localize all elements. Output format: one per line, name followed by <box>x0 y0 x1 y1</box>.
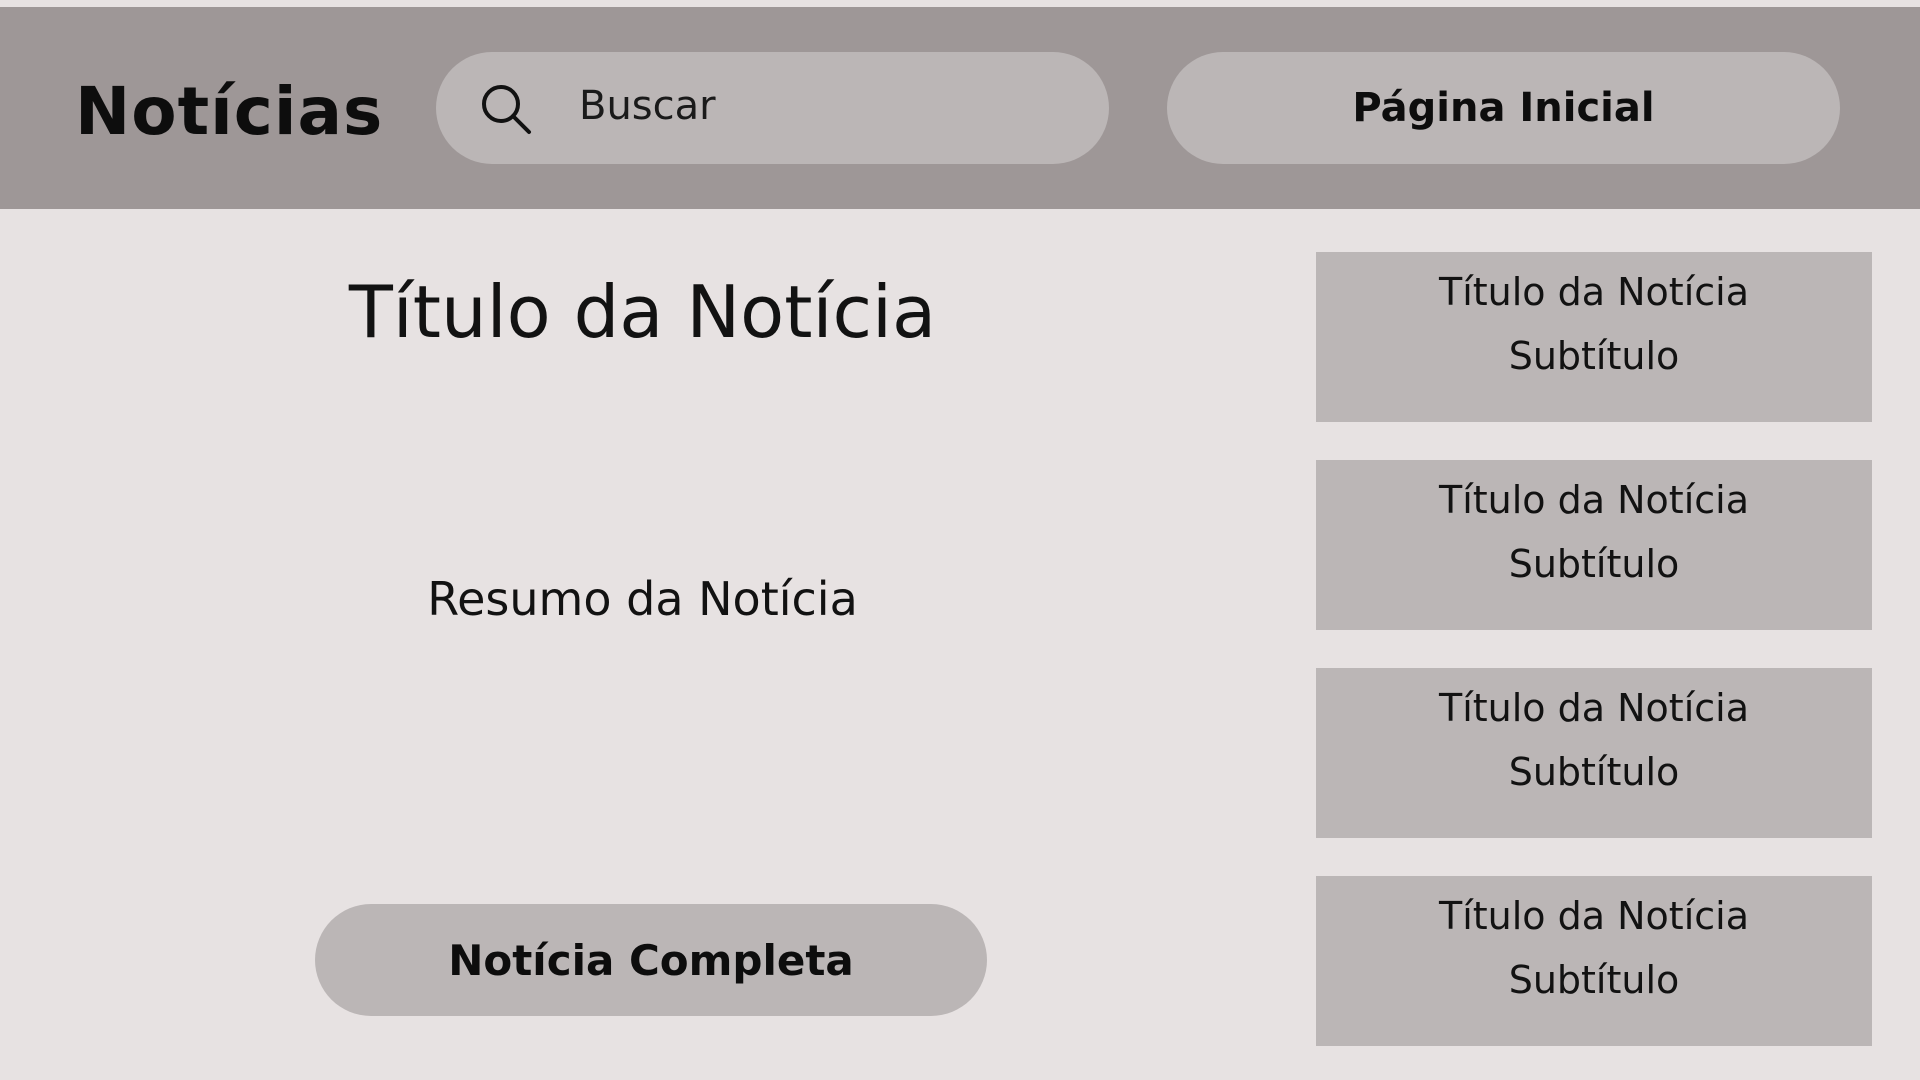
news-card-subtitle: Subtítulo <box>1508 542 1680 586</box>
news-card[interactable]: Título da Notícia Subtítulo <box>1316 668 1872 838</box>
news-card-subtitle: Subtítulo <box>1508 334 1680 378</box>
news-card-title: Título da Notícia <box>1439 270 1749 314</box>
news-card[interactable]: Título da Notícia Subtítulo <box>1316 876 1872 1046</box>
site-title: Notícias <box>75 73 384 150</box>
news-card[interactable]: Título da Notícia Subtítulo <box>1316 460 1872 630</box>
news-card-subtitle: Subtítulo <box>1508 750 1680 794</box>
news-summary: Resumo da Notícia <box>427 572 858 626</box>
news-card-title: Título da Notícia <box>1439 894 1749 938</box>
top-strip <box>0 0 1920 7</box>
search-icon <box>482 85 531 134</box>
news-card-title: Título da Notícia <box>1439 686 1749 730</box>
header: Notícias Buscar Página Inicial <box>0 7 1920 209</box>
news-title: Título da Notícia <box>348 270 937 354</box>
search-bar[interactable]: Buscar <box>436 52 1109 164</box>
search-input[interactable]: Buscar <box>579 83 716 129</box>
news-card-title: Título da Notícia <box>1439 478 1749 522</box>
news-card[interactable]: Título da Notícia Subtítulo <box>1316 252 1872 422</box>
news-card-subtitle: Subtítulo <box>1508 958 1680 1002</box>
home-button[interactable]: Página Inicial <box>1167 52 1840 164</box>
full-news-button[interactable]: Notícia Completa <box>315 904 987 1016</box>
